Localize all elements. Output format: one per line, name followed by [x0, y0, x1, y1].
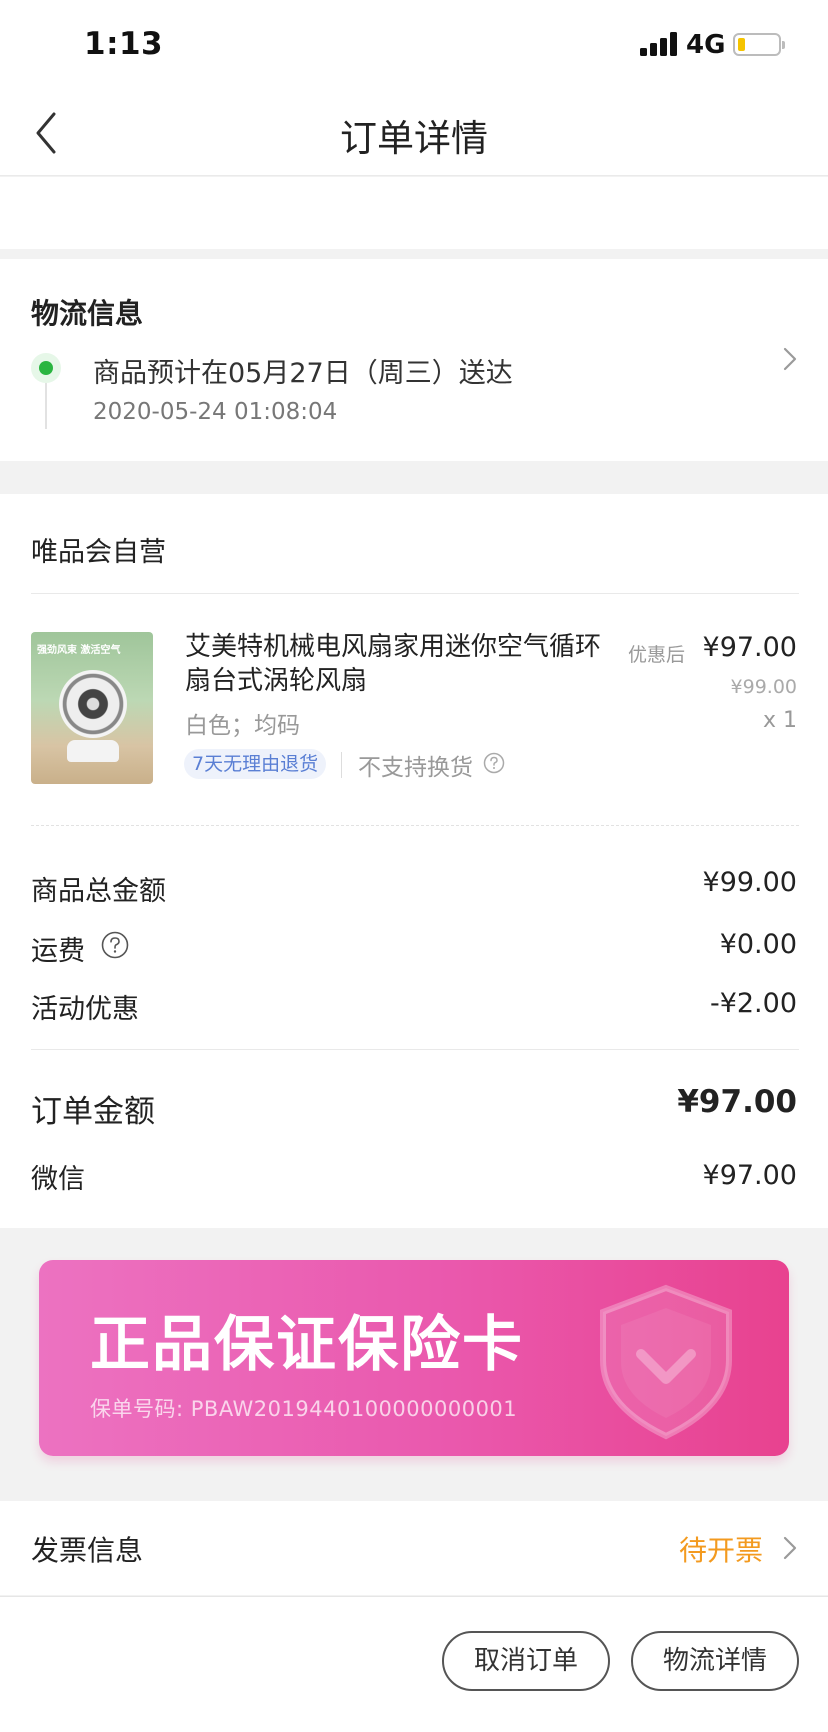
goods-total-label: 商品总金额 [31, 876, 166, 907]
invoice-row[interactable]: 发票信息 待开票 [0, 1501, 828, 1595]
original-price: ¥99.00 [730, 676, 797, 698]
shield-icon [593, 1282, 739, 1442]
status-time: 1:13 [84, 26, 164, 62]
chevron-right-icon[interactable] [781, 1533, 799, 1563]
store-name: 唯品会自营 [31, 537, 166, 568]
payment-amount: ¥97.00 [702, 1160, 797, 1191]
product-image[interactable]: 强劲风束 激活空气 [31, 632, 153, 784]
product-quantity: x 1 [762, 708, 797, 733]
order-total-value: ¥97.00 [677, 1084, 797, 1120]
question-circle-icon[interactable] [101, 931, 129, 959]
divider [31, 1049, 799, 1050]
shipping-label: 运费 [31, 936, 85, 967]
dashed-divider [31, 825, 799, 826]
logistics-detail-button[interactable]: 物流详情 [631, 1631, 799, 1691]
page-title: 订单详情 [340, 117, 488, 160]
product-image-caption: 强劲风束 激活空气 [37, 645, 121, 656]
divider [31, 593, 799, 594]
insurance-policy-number: 保单号码: PBAW2019440100000000001 [90, 1397, 518, 1421]
product-spec: 白色；均码 [185, 713, 300, 739]
invoice-status: 待开票 [678, 1534, 763, 1567]
invoice-label: 发票信息 [31, 1534, 144, 1567]
timeline-line [45, 383, 47, 429]
insurance-section: 正品保证保险卡 保单号码: PBAW2019440100000000001 [0, 1228, 828, 1501]
shipping-value: ¥0.00 [719, 929, 797, 960]
product-price: ¥97.00 [702, 632, 797, 663]
promo-label: 活动优惠 [31, 994, 139, 1025]
insurance-title: 正品保证保险卡 [90, 1310, 524, 1380]
header-spacer [0, 177, 828, 249]
order-total-label: 订单金额 [31, 1094, 155, 1130]
cancel-order-button[interactable]: 取消订单 [442, 1631, 610, 1691]
fan-base [67, 740, 119, 762]
fan-icon [59, 670, 127, 738]
return-policy-badge: 7天无理由退货 [184, 749, 327, 779]
status-dot-icon [31, 353, 61, 383]
network-type: 4G [686, 30, 726, 60]
insurance-card[interactable]: 正品保证保险卡 保单号码: PBAW2019440100000000001 [39, 1260, 789, 1456]
logistics-timestamp: 2020-05-24 01:08:04 [93, 399, 338, 425]
order-section: 唯品会自营 强劲风束 激活空气 艾美特机械电风扇家用迷你空气循环扇台式涡轮风扇 … [0, 494, 828, 1228]
logistics-title: 物流信息 [31, 297, 144, 330]
signal-icon [640, 32, 678, 56]
goods-total-value: ¥99.00 [702, 867, 797, 898]
chevron-right-icon[interactable] [781, 344, 799, 374]
tag-separator [341, 752, 342, 778]
no-exchange-label: 不支持换货 [358, 755, 473, 781]
bottom-action-bar: 取消订单 物流详情 [0, 1596, 828, 1732]
payment-method: 微信 [31, 1164, 85, 1195]
nav-bar: 订单详情 [0, 90, 828, 176]
product-name[interactable]: 艾美特机械电风扇家用迷你空气循环扇台式涡轮风扇 [185, 630, 605, 698]
logistics-section[interactable]: 物流信息 商品预计在05月27日（周三）送达 2020-05-24 01:08:… [0, 259, 828, 461]
promo-value: -¥2.00 [709, 988, 797, 1019]
logistics-status: 商品预计在05月27日（周三）送达 [93, 358, 513, 389]
status-bar: 1:13 4G [0, 0, 828, 90]
battery-icon [733, 33, 785, 56]
discount-label: 优惠后 [628, 644, 686, 666]
question-circle-icon[interactable] [483, 752, 505, 774]
